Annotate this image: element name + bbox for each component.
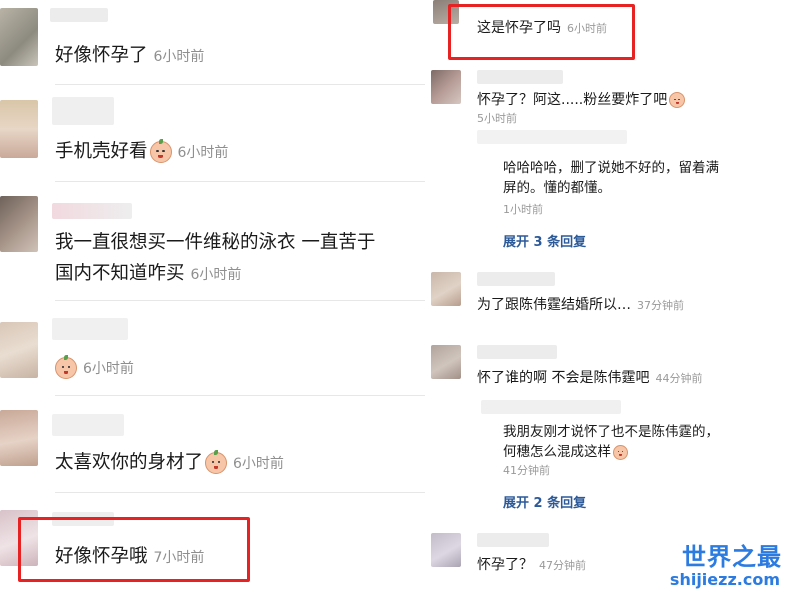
reply-d1: 我朋友刚才说怀了也不是陈伟霆的， 何穗怎么混成这样 <box>503 422 719 462</box>
comment-time: 6小时前 <box>83 361 134 377</box>
comment-time: 37分钟前 <box>637 299 684 312</box>
username-blurred <box>52 203 132 219</box>
username-blurred <box>477 272 555 286</box>
comment-text: 国内不知道咋买 <box>55 263 185 284</box>
divider <box>55 84 425 85</box>
avatar[interactable] <box>0 410 38 466</box>
avatar[interactable] <box>0 100 38 158</box>
comment-5: 太喜欢你的身材了 6小时前 <box>55 447 284 480</box>
username-blurred <box>477 533 549 547</box>
comment-text: 怀孕了？ <box>477 557 533 573</box>
divider <box>55 395 425 396</box>
reply-time: 41分钟前 <box>503 464 550 477</box>
comment-time: 6小时前 <box>177 145 229 161</box>
avatar[interactable] <box>431 272 461 306</box>
highlight-box <box>18 517 250 582</box>
expand-replies-link[interactable]: 展开 2 条回复 <box>503 492 586 511</box>
comment-b: 怀孕了？阿这.....粉丝要炸了吧 <box>477 90 686 110</box>
comment-time: 6小时前 <box>153 49 205 65</box>
reply-b1: 哈哈哈哈，删了说她不好的，留着满 屏的。懂的都懂。 <box>503 158 719 198</box>
avatar[interactable] <box>0 8 38 66</box>
left-comment-list: 好像怀孕了 6小时前 手机壳好看 6小时前 我一直很想买一件维秘的泳衣 一直苦于 国… <box>0 0 425 596</box>
username-blurred <box>50 8 108 22</box>
divider <box>55 300 425 301</box>
divider <box>55 181 425 182</box>
comment-text: 太喜欢你的身材了 <box>55 452 204 473</box>
watermark-logo: 世界之最 <box>682 543 782 571</box>
divider <box>55 492 425 493</box>
reply-text: 我朋友刚才说怀了也不是陈伟霆的， <box>503 424 719 440</box>
peach-face-icon <box>55 355 77 379</box>
comment-text: 手机壳好看 <box>55 141 148 162</box>
comment-c: 为了跟陈伟霆结婚所以… 37分钟前 <box>477 295 684 316</box>
watermark-url: shijiezz.com <box>669 570 780 589</box>
reply-text: 哈哈哈哈，删了说她不好的，留着满 <box>503 160 719 176</box>
reply-username-blurred <box>477 130 627 144</box>
username-blurred <box>477 345 557 359</box>
comment-time: 5小时前 <box>477 112 517 125</box>
comment-e: 怀孕了？ 47分钟前 <box>477 555 586 576</box>
comment-text: 我一直很想买一件维秘的泳衣 一直苦于 <box>55 232 376 253</box>
crying-face-icon <box>669 92 686 108</box>
username-blurred <box>52 318 128 340</box>
expand-replies-link[interactable]: 展开 3 条回复 <box>503 231 586 250</box>
comment-3: 我一直很想买一件维秘的泳衣 一直苦于 国内不知道咋买 6小时前 <box>55 227 375 291</box>
reply-username-blurred <box>481 400 621 414</box>
reply-text: 何穗怎么混成这样 <box>503 444 611 460</box>
highlight-box <box>448 4 635 60</box>
comment-time: 44分钟前 <box>655 372 703 385</box>
comment-text: 怀孕了？阿这.....粉丝要炸了吧 <box>477 92 668 108</box>
comment-4: 6小时前 <box>55 352 134 385</box>
comment-2: 手机壳好看 6小时前 <box>55 136 228 169</box>
avatar[interactable] <box>431 70 461 104</box>
avatar[interactable] <box>0 196 38 252</box>
username-blurred <box>477 70 563 84</box>
peach-face-icon <box>149 139 172 163</box>
avatar[interactable] <box>0 322 38 378</box>
right-comment-list: 这是怀孕了吗 6小时前 怀孕了？阿这.....粉丝要炸了吧 5小时前 哈哈哈哈，删… <box>425 0 792 596</box>
username-blurred <box>52 97 114 125</box>
reply-text: 屏的。懂的都懂。 <box>503 180 611 196</box>
username-blurred <box>52 414 124 436</box>
comment-text: 为了跟陈伟霆结婚所以… <box>477 297 631 313</box>
comment-time: 6小时前 <box>190 267 242 283</box>
avatar[interactable] <box>431 533 461 567</box>
comment-time: 6小时前 <box>233 456 284 472</box>
reply-time: 1小时前 <box>503 203 543 216</box>
comment-text: 好像怀孕了 <box>55 45 148 66</box>
comment-d: 怀了谁的啊 不会是陈伟霆吧 44分钟前 <box>477 368 702 389</box>
comment-1: 好像怀孕了 6小时前 <box>55 40 204 73</box>
peach-face-icon <box>205 450 228 474</box>
crying-face-icon <box>613 444 628 460</box>
avatar[interactable] <box>431 345 461 379</box>
comment-text: 怀了谁的啊 不会是陈伟霆吧 <box>477 370 650 386</box>
comment-time: 47分钟前 <box>539 559 586 572</box>
